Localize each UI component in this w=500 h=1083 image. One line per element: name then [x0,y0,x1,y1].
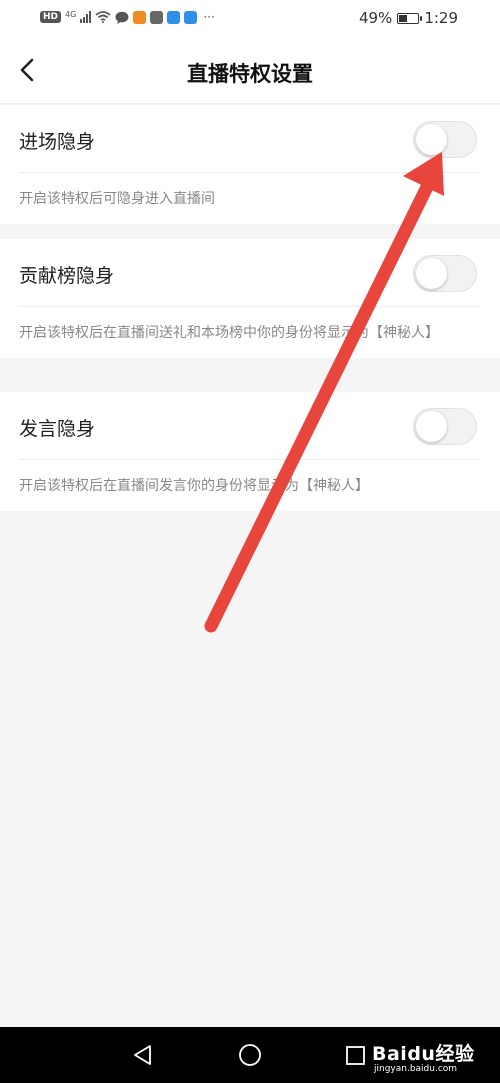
status-bar: HD 4G ··· 49% 1:29 [0,0,500,38]
battery-icon [397,12,423,24]
bulb-app-icon [184,10,198,24]
toggle-knob [416,411,447,442]
divider [19,172,480,173]
page-title: 直播特权设置 [187,62,313,86]
clock: 1:29 [424,9,458,27]
setting-speech-hidden: 发言隐身 开启该特权后在直播间发言你的身份将显示为【神秘人】 [0,392,500,511]
setting-label: 进场隐身 [19,131,96,153]
watermark-url: jingyan.baidu.com [374,1064,458,1074]
hd-badge: HD [40,11,62,23]
setting-row: 进场隐身 [0,105,500,173]
wifi-icon [95,11,111,23]
signal-icon [80,11,92,23]
setting-row: 发言隐身 [0,392,500,460]
video-app-icon [133,10,147,24]
system-nav-bar: Baidu经验 jingyan.baidu.com [0,1027,500,1083]
baidu-watermark: Baidu经验 jingyan.baidu.com [372,1033,492,1079]
toggle-knob [416,124,447,155]
divider [19,459,480,460]
more-notifications: ··· [203,10,215,24]
nav-bar: 直播特权设置 [0,38,500,104]
setting-label: 贡献榜隐身 [19,265,115,287]
setting-description: 开启该特权后在直播间送礼和本场榜中你的身份将显示为【神秘人】 [19,325,439,341]
chat-bubble-icon [115,11,129,24]
toggle-knob [416,258,447,289]
setting-label: 发言隐身 [19,418,96,440]
nav-home-button[interactable] [238,1043,262,1067]
setting-entrance-hidden: 进场隐身 开启该特权后可隐身进入直播间 [0,105,500,224]
battery-percent: 49% [358,9,393,27]
setting-description: 开启该特权后在直播间发言你的身份将显示为【神秘人】 [19,478,369,494]
search-app-icon [167,10,181,24]
nav-back-button[interactable] [132,1044,154,1066]
status-icons-right: 49% 1:29 [359,9,458,27]
watermark-brand: Baidu经验 [372,1043,475,1065]
leaderboard-hidden-toggle[interactable] [413,255,477,292]
entrance-hidden-toggle[interactable] [413,121,477,158]
nav-recents-button[interactable] [345,1045,366,1066]
network-type: 4G [65,9,77,19]
setting-leaderboard-hidden: 贡献榜隐身 开启该特权后在直播间送礼和本场榜中你的身份将显示为【神秘人】 [0,239,500,358]
speech-hidden-toggle[interactable] [413,408,477,445]
status-icons-left: HD 4G ··· [40,10,215,24]
setting-description: 开启该特权后可隐身进入直播间 [19,191,215,207]
setting-row: 贡献榜隐身 [0,239,500,307]
app-icon-grey [150,10,164,24]
divider [19,306,480,307]
